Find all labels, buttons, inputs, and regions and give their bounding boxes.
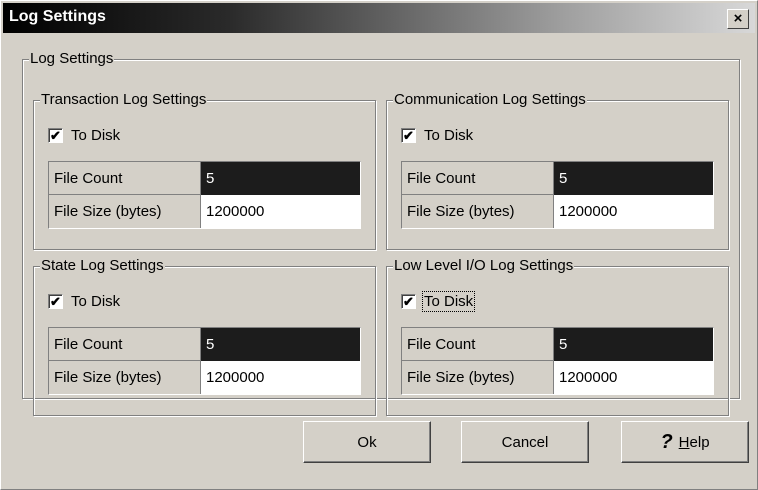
communication-to-disk-checkbox[interactable]: ✔ To Disk	[401, 125, 473, 145]
file-count-label: File Count	[49, 162, 201, 195]
file-count-label: File Count	[402, 328, 554, 361]
state-log-group: State Log Settings ✔ To Disk File Count …	[33, 257, 376, 416]
file-size-label: File Size (bytes)	[49, 195, 201, 228]
table-row: File Size (bytes) 1200000	[402, 195, 713, 228]
communication-log-group-label: Communication Log Settings	[393, 91, 587, 109]
state-to-disk-checkbox[interactable]: ✔ To Disk	[48, 291, 120, 311]
transaction-log-group-label: Transaction Log Settings	[40, 91, 208, 109]
low-level-io-to-disk-checkbox[interactable]: ✔ To Disk	[401, 290, 476, 312]
file-size-field[interactable]: 1200000	[554, 195, 713, 228]
ok-button[interactable]: Ok	[303, 421, 431, 463]
communication-property-grid: File Count 5 File Size (bytes) 1200000	[401, 161, 714, 229]
file-size-label: File Size (bytes)	[402, 195, 554, 228]
file-count-field[interactable]: 5	[201, 162, 360, 195]
file-count-label: File Count	[402, 162, 554, 195]
file-size-field[interactable]: 1200000	[554, 361, 713, 394]
file-count-field[interactable]: 5	[554, 328, 713, 361]
ok-button-label: Ok	[357, 433, 377, 451]
checkbox-label: To Disk	[424, 126, 474, 144]
communication-log-group: Communication Log Settings ✔ To Disk Fil…	[386, 91, 729, 250]
transaction-to-disk-checkbox[interactable]: ✔ To Disk	[48, 125, 120, 145]
title-bar[interactable]: Log Settings ×	[3, 3, 755, 33]
file-size-label: File Size (bytes)	[49, 361, 201, 394]
table-row: File Size (bytes) 1200000	[402, 361, 713, 394]
log-settings-group-label: Log Settings	[29, 50, 115, 68]
checkbox-label: To Disk	[421, 290, 476, 312]
cancel-button[interactable]: Cancel	[461, 421, 589, 463]
table-row: File Size (bytes) 1200000	[49, 361, 360, 394]
file-count-field[interactable]: 5	[554, 162, 713, 195]
cancel-button-label: Cancel	[501, 433, 549, 451]
state-log-group-label: State Log Settings	[40, 257, 165, 275]
checkbox-label: To Disk	[71, 292, 121, 310]
checkbox-check-icon: ✔	[401, 293, 416, 309]
low-level-io-log-group-label: Low Level I/O Log Settings	[393, 257, 575, 275]
log-settings-dialog: Log Settings × Log Settings Transaction …	[0, 0, 758, 490]
table-row: File Count 5	[49, 162, 360, 195]
file-size-field[interactable]: 1200000	[201, 361, 360, 394]
low-level-io-property-grid: File Count 5 File Size (bytes) 1200000	[401, 327, 714, 395]
transaction-log-group: Transaction Log Settings ✔ To Disk File …	[33, 91, 376, 250]
low-level-io-log-group: Low Level I/O Log Settings ✔ To Disk Fil…	[386, 257, 729, 416]
help-icon: ?	[660, 430, 673, 453]
file-size-label: File Size (bytes)	[402, 361, 554, 394]
state-property-grid: File Count 5 File Size (bytes) 1200000	[48, 327, 361, 395]
checkbox-check-icon: ✔	[401, 127, 416, 143]
table-row: File Size (bytes) 1200000	[49, 195, 360, 228]
file-count-field[interactable]: 5	[201, 328, 360, 361]
checkbox-label: To Disk	[71, 126, 121, 144]
help-button[interactable]: ? Help	[621, 421, 749, 463]
file-count-label: File Count	[49, 328, 201, 361]
close-button[interactable]: ×	[727, 9, 749, 29]
window-title: Log Settings	[9, 8, 106, 25]
transaction-property-grid: File Count 5 File Size (bytes) 1200000	[48, 161, 361, 229]
log-settings-group: Log Settings Transaction Log Settings ✔ …	[22, 50, 740, 416]
checkbox-check-icon: ✔	[48, 127, 63, 143]
table-row: File Count 5	[402, 162, 713, 195]
close-icon: ×	[733, 10, 743, 27]
checkbox-check-icon: ✔	[48, 293, 63, 309]
file-size-field[interactable]: 1200000	[201, 195, 360, 228]
table-row: File Count 5	[49, 328, 360, 361]
help-button-label: Help	[678, 433, 710, 451]
table-row: File Count 5	[402, 328, 713, 361]
